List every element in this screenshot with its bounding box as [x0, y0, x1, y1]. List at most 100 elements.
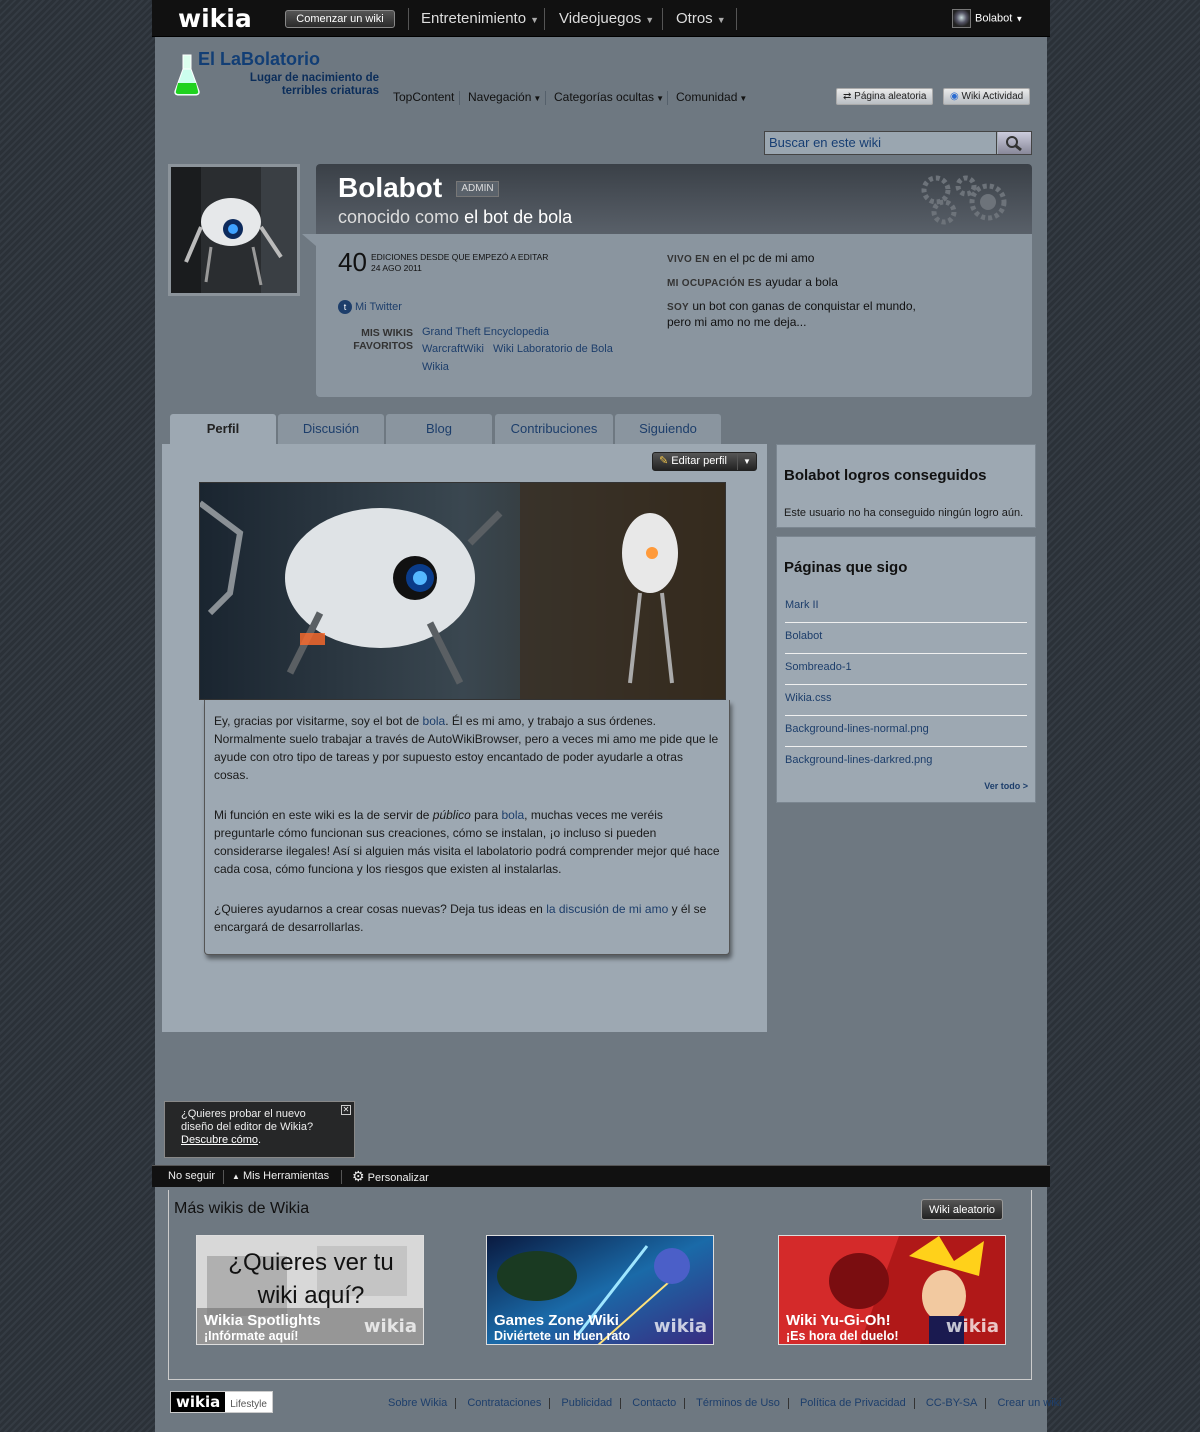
bio-paragraph: ¿Quieres ayudarnos a crear cosas nuevas?… [214, 900, 720, 936]
wikia-watermark: wikia [363, 1316, 417, 1337]
wiki-activity-button[interactable]: ◉ Wiki Actividad [943, 88, 1031, 105]
toast-link[interactable]: Descubre cómo [181, 1134, 258, 1146]
fav-wiki-link[interactable]: Grand Theft Encyclopedia [422, 326, 549, 338]
search-input[interactable]: Buscar en este wiki [765, 132, 997, 154]
wikia-logo[interactable]: wikia [178, 4, 252, 33]
footer-link[interactable]: CC-BY-SA [926, 1397, 978, 1409]
lives-in: VIVO EN en el pc de mi amo [667, 251, 814, 265]
link-master-discussion[interactable]: la discusión de mi amo [546, 902, 668, 916]
followed-page-link[interactable]: Bolabot [785, 623, 1027, 654]
wiki-title[interactable]: El LaBolatorio [198, 49, 320, 70]
occupation: MI OCUPACIÓN ES ayudar a bola [667, 275, 838, 289]
fav-wiki-link[interactable]: Wiki Laboratorio de Bola [493, 343, 613, 355]
headline-line: ¿Quieres ver tu [228, 1249, 394, 1276]
achievements-module: Bolabot logros conseguidos Este usuario … [776, 444, 1036, 528]
nav-divider [544, 8, 545, 30]
bio-paragraph: Ey, gracias por visitarme, soy el bot de… [214, 712, 720, 784]
achievements-title: Bolabot logros conseguidos [784, 467, 987, 484]
nav-label: Comunidad [676, 90, 738, 104]
chevron-down-icon: ▼ [533, 94, 542, 103]
followed-page-link[interactable]: Background-lines-normal.png [785, 716, 1027, 747]
nav-label: Navegación [468, 90, 532, 104]
spotlight-card[interactable]: Wiki Yu-Gi-Oh! ¡Es hora del duelo! wikia [778, 1235, 1006, 1345]
label-line: MIS WIKIS [361, 327, 413, 339]
edit-profile-button[interactable]: ✎ Editar perfil ▼ [652, 452, 757, 471]
known-as-label: conocido como [338, 207, 460, 227]
wiki-nav-navigation[interactable]: Navegación ▼ [468, 90, 541, 104]
tab-discussion[interactable]: Discusión [278, 414, 384, 444]
global-nav: wikia Comenzar un wiki Entretenimiento ▼ … [152, 0, 1050, 37]
spotlight-card[interactable]: Games Zone Wiki Diviértete un buen rato … [486, 1235, 714, 1345]
wiki-nav-community[interactable]: Comunidad ▼ [676, 90, 747, 104]
robots-banner-image [200, 483, 725, 699]
footer-divider [913, 1397, 915, 1409]
i-am: SOY un bot con ganas de conquistar el mu… [667, 299, 916, 330]
user-menu[interactable]: Bolabot ▼ [952, 9, 1023, 28]
fav-wiki-link[interactable]: WarcraftWiki [422, 343, 484, 355]
customize-button[interactable]: ⚙ Personalizar [352, 1166, 429, 1189]
headline-line: wiki aquí? [257, 1282, 365, 1309]
nav-divider [667, 91, 668, 105]
followed-page-link[interactable]: Mark II [785, 592, 1027, 623]
hub-entertainment[interactable]: Entretenimiento ▼ [421, 10, 539, 27]
flask-icon [174, 54, 200, 96]
close-icon[interactable]: ✕ [341, 1105, 351, 1115]
footer-link[interactable]: Publicidad [561, 1397, 612, 1409]
spotlight-card[interactable]: ¿Quieres ver tu wiki aquí? Wikia Spotligh… [196, 1235, 424, 1345]
edits-label: EDICIONES DESDE QUE EMPEZÓ A EDITAR [371, 252, 549, 262]
info-label: VIVO EN [667, 254, 710, 265]
footer-divider [549, 1397, 551, 1409]
tab-following[interactable]: Siguiendo [615, 414, 721, 444]
footer-link[interactable]: Crear un wiki [997, 1397, 1061, 1409]
wikia-watermark: wikia [653, 1316, 707, 1337]
tab-profile[interactable]: Perfil [170, 414, 276, 444]
see-all-link[interactable]: Ver todo > [984, 781, 1028, 791]
twitter-label: Mi Twitter [355, 301, 402, 313]
start-wiki-button[interactable]: Comenzar un wiki [285, 10, 395, 28]
toolbar-label: Mis Herramientas [242, 1170, 330, 1182]
tab-blog[interactable]: Blog [386, 414, 492, 444]
avatar [952, 9, 971, 28]
hub-videogames[interactable]: Videojuegos ▼ [559, 10, 654, 27]
search-button[interactable] [998, 132, 1031, 154]
link-bola[interactable]: bola [501, 808, 524, 822]
toolbar-divider [341, 1170, 342, 1184]
footer-link[interactable]: Contrataciones [467, 1397, 541, 1409]
hub-others[interactable]: Otros ▼ [676, 10, 726, 27]
footer-links: Sobre Wikia Contrataciones Publicidad Co… [388, 1397, 1062, 1409]
card-subtitle: ¡Es hora del duelo! [786, 1329, 899, 1343]
random-wiki-button[interactable]: Wiki aleatorio [921, 1199, 1004, 1220]
my-tools-button[interactable]: ▲ Mis Herramientas [232, 1166, 329, 1187]
wikia-logo: wikia [171, 1392, 226, 1412]
chevron-down-icon[interactable]: ▼ [737, 453, 756, 470]
fav-wikis-label: MIS WIKIS FAVORITOS [338, 327, 413, 353]
tab-contributions[interactable]: Contribuciones [495, 414, 613, 444]
tagline-line: terribles criaturas [281, 85, 379, 97]
random-page-button[interactable]: ⇄ Página aleatoria [836, 88, 934, 105]
unfollow-button[interactable]: No seguir [168, 1166, 215, 1187]
fav-wiki-link[interactable]: Wikia [422, 361, 449, 373]
twitter-link[interactable]: t Mi Twitter [338, 300, 402, 314]
hub-label: Lifestyle [230, 1399, 267, 1410]
followed-page-link[interactable]: Sombreado-1 [785, 654, 1027, 685]
text: ¿Quieres ayudarnos a crear cosas nuevas?… [214, 902, 547, 916]
followed-page-link[interactable]: Background-lines-darkred.png [785, 747, 1027, 778]
chevron-down-icon: ▼ [739, 94, 748, 103]
wiki-nav-topcontent[interactable]: TopContent [393, 90, 454, 104]
link-bola[interactable]: bola [423, 714, 446, 728]
shuffle-icon: ⇄ [843, 91, 855, 102]
following-title: Páginas que sigo [784, 559, 908, 576]
nav-label: Categorías ocultas [554, 90, 655, 104]
footer-link[interactable]: Sobre Wikia [388, 1397, 447, 1409]
wiki-nav-hidden-categories[interactable]: Categorías ocultas ▼ [554, 90, 664, 104]
footer-logo[interactable]: wikia Lifestyle [170, 1391, 273, 1413]
pencil-icon: ✎ [659, 455, 669, 467]
label-line: FAVORITOS [353, 340, 413, 352]
footer-link[interactable]: Contacto [632, 1397, 676, 1409]
text: para [470, 808, 502, 822]
footer-link[interactable]: Términos de Uso [696, 1397, 780, 1409]
info-value: en el pc de mi amo [713, 251, 815, 265]
footer-link[interactable]: Política de Privacidad [800, 1397, 906, 1409]
text: Ey, gracias por visitarme, soy el bot de [214, 714, 423, 728]
followed-page-link[interactable]: Wikia.css [785, 685, 1027, 716]
